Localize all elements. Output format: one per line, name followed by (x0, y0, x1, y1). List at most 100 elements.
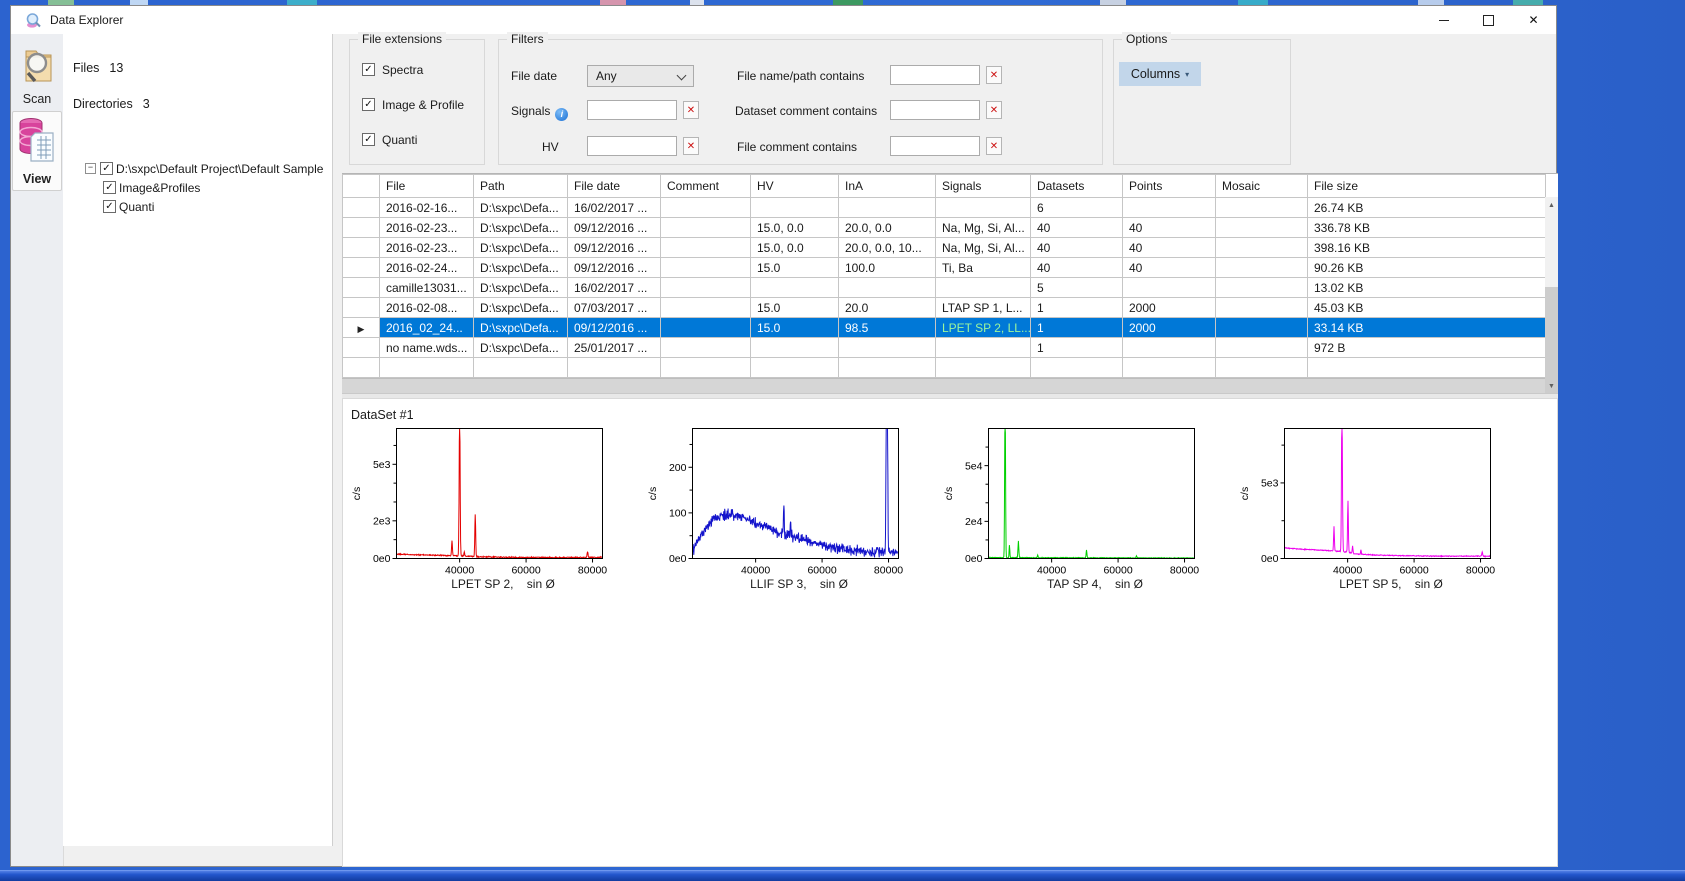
checkbox-checked-icon[interactable]: ✓ (103, 181, 116, 194)
table-cell[interactable]: 40 (1031, 258, 1123, 278)
table-cell[interactable]: 40 (1123, 218, 1216, 238)
table-cell[interactable]: D:\sxpc\Defa... (474, 218, 568, 238)
table-cell[interactable] (661, 278, 751, 298)
table-cell[interactable]: Ti, Ba (936, 258, 1031, 278)
table-cell[interactable]: Na, Mg, Si, Al... (936, 238, 1031, 258)
column-header[interactable]: Datasets (1031, 175, 1123, 198)
table-cell[interactable] (1216, 338, 1308, 358)
table-cell[interactable] (839, 198, 936, 218)
file-extension-option[interactable]: ✓Spectra (362, 63, 484, 76)
column-header[interactable]: Comment (661, 175, 751, 198)
table-cell[interactable]: 398.16 KB (1308, 238, 1546, 258)
table-cell[interactable]: 25/01/2017 ... (568, 338, 661, 358)
hv-filter-input[interactable] (587, 136, 677, 156)
name-path-filter-input[interactable] (890, 65, 980, 85)
table-cell[interactable]: 5 (1031, 278, 1123, 298)
tree-child-item[interactable]: ✓Image&Profiles (103, 178, 323, 197)
vertical-scrollbar[interactable]: ▲ ▼ (1545, 197, 1558, 394)
table-cell[interactable]: 20.0 (839, 298, 936, 318)
table-cell[interactable]: 2016-02-23... (380, 218, 474, 238)
table-row[interactable]: 2016-02-23...D:\sxpc\Defa...09/12/2016 .… (343, 218, 1546, 238)
table-cell[interactable] (1216, 218, 1308, 238)
table-cell[interactable] (661, 298, 751, 318)
table-cell[interactable]: D:\sxpc\Defa... (474, 278, 568, 298)
table-cell[interactable]: 13.02 KB (1308, 278, 1546, 298)
signals-filter-input[interactable] (587, 100, 677, 120)
table-cell[interactable]: Na, Mg, Si, Al... (936, 218, 1031, 238)
table-cell[interactable]: 15.0, 0.0 (751, 238, 839, 258)
table-cell[interactable]: 07/03/2017 ... (568, 298, 661, 318)
column-header[interactable]: Points (1123, 175, 1216, 198)
tree-root-item[interactable]: − ✓ D:\sxpc\Default Project\Default Samp… (85, 159, 323, 178)
table-row[interactable]: 2016-02-24...D:\sxpc\Defa...09/12/2016 .… (343, 258, 1546, 278)
table-row[interactable]: 2016-02-16...D:\sxpc\Defa...16/02/2017 .… (343, 198, 1546, 218)
signals-clear-button[interactable]: ✕ (683, 101, 699, 119)
tree-collapse-icon[interactable]: − (85, 163, 96, 174)
table-cell[interactable] (751, 338, 839, 358)
checkbox-checked-icon[interactable]: ✓ (362, 63, 375, 76)
table-cell[interactable] (1123, 278, 1216, 298)
view-button[interactable]: View (12, 111, 62, 191)
checkbox-checked-icon[interactable]: ✓ (100, 162, 113, 175)
table-cell[interactable]: 40 (1123, 258, 1216, 278)
table-cell[interactable] (936, 338, 1031, 358)
row-selector-cell[interactable] (343, 278, 380, 298)
column-header[interactable]: Path (474, 175, 568, 198)
row-selector-cell[interactable] (343, 238, 380, 258)
dataset-comment-filter-input[interactable] (890, 100, 980, 120)
table-cell[interactable]: 2000 (1123, 318, 1216, 338)
table-cell[interactable]: LPET SP 2, LL... (936, 318, 1031, 338)
column-header[interactable]: File (380, 175, 474, 198)
table-cell[interactable]: 1 (1031, 318, 1123, 338)
file-extension-option[interactable]: ✓Image & Profile (362, 98, 484, 111)
table-cell[interactable]: 6 (1031, 198, 1123, 218)
table-cell[interactable]: 2016-02-24... (380, 258, 474, 278)
table-cell[interactable] (1216, 298, 1308, 318)
table-cell[interactable]: D:\sxpc\Defa... (474, 338, 568, 358)
table-cell[interactable]: D:\sxpc\Defa... (474, 258, 568, 278)
close-button[interactable]: ✕ (1511, 6, 1556, 34)
table-cell[interactable] (936, 278, 1031, 298)
table-cell[interactable] (661, 318, 751, 338)
horizontal-scrollbar[interactable] (342, 378, 1545, 394)
scroll-up-icon[interactable]: ▲ (1545, 197, 1558, 213)
table-cell[interactable] (839, 278, 936, 298)
table-cell[interactable]: 20.0, 0.0, 10... (839, 238, 936, 258)
table-cell[interactable] (1123, 198, 1216, 218)
dataset-comment-clear-button[interactable]: ✕ (986, 101, 1002, 119)
table-cell[interactable]: 15.0, 0.0 (751, 218, 839, 238)
taskbar[interactable] (0, 870, 1685, 881)
table-cell[interactable] (661, 338, 751, 358)
checkbox-checked-icon[interactable]: ✓ (362, 133, 375, 146)
minimize-button[interactable] (1421, 6, 1466, 34)
table-cell[interactable]: 45.03 KB (1308, 298, 1546, 318)
row-selector-cell[interactable] (343, 338, 380, 358)
table-cell[interactable]: 98.5 (839, 318, 936, 338)
checkbox-checked-icon[interactable]: ✓ (103, 200, 116, 213)
table-cell[interactable]: 2016_02_24... (380, 318, 474, 338)
table-cell[interactable]: camille13031... (380, 278, 474, 298)
table-cell[interactable]: LTAP SP 1, L... (936, 298, 1031, 318)
table-cell[interactable]: D:\sxpc\Defa... (474, 238, 568, 258)
table-cell[interactable] (751, 198, 839, 218)
table-cell[interactable]: 26.74 KB (1308, 198, 1546, 218)
table-row[interactable]: 2016-02-23...D:\sxpc\Defa...09/12/2016 .… (343, 238, 1546, 258)
file-date-combo[interactable]: Any (587, 65, 694, 87)
row-selector-header[interactable] (343, 175, 380, 198)
table-cell[interactable]: D:\sxpc\Defa... (474, 298, 568, 318)
table-cell[interactable]: 09/12/2016 ... (568, 258, 661, 278)
table-cell[interactable]: no name.wds... (380, 338, 474, 358)
table-cell[interactable]: 40 (1031, 218, 1123, 238)
table-cell[interactable]: D:\sxpc\Defa... (474, 198, 568, 218)
file-comment-filter-input[interactable] (890, 136, 980, 156)
table-row[interactable]: no name.wds...D:\sxpc\Defa...25/01/2017 … (343, 338, 1546, 358)
table-row[interactable]: camille13031...D:\sxpc\Defa...16/02/2017… (343, 278, 1546, 298)
table-cell[interactable]: 972 B (1308, 338, 1546, 358)
row-selector-cell[interactable] (343, 298, 380, 318)
tree-child-item[interactable]: ✓Quanti (103, 197, 323, 216)
column-header[interactable]: HV (751, 175, 839, 198)
table-cell[interactable]: 16/02/2017 ... (568, 278, 661, 298)
table-cell[interactable] (661, 238, 751, 258)
table-cell[interactable] (1216, 318, 1308, 338)
table-cell[interactable] (1216, 198, 1308, 218)
